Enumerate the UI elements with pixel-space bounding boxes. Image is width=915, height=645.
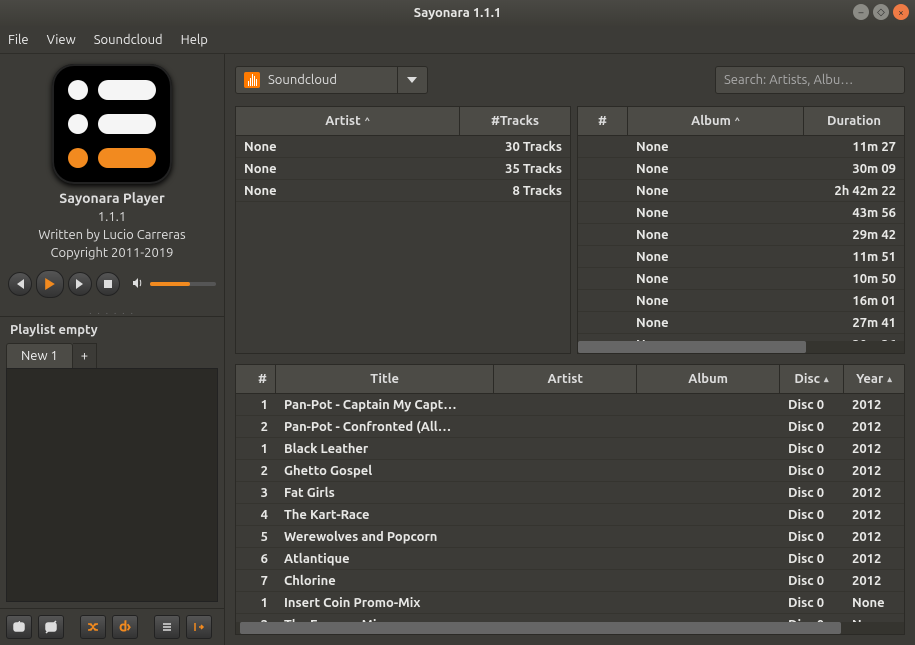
sort-asc-icon: ▴ <box>887 374 892 385</box>
table-row[interactable]: 2Pan-Pot - Confronted (All…Disc 02012 <box>236 416 904 438</box>
dynamic-button[interactable]: d› <box>112 615 138 639</box>
soundcloud-icon <box>244 72 260 88</box>
window-close-button[interactable]: × <box>893 4 909 20</box>
col-year[interactable]: Year ▴ <box>844 365 904 393</box>
splitter-handle[interactable]: · · · · · · <box>0 308 224 316</box>
col-title[interactable]: Title <box>276 365 494 393</box>
track-table: # Title Artist Album Disc ▴ Year ▴ 1Pan-… <box>235 364 905 635</box>
album-hscrollbar[interactable] <box>578 341 904 353</box>
gapless-button[interactable] <box>186 615 212 639</box>
table-row[interactable]: None11m 51 <box>578 246 904 268</box>
app-version: 1.1.1 <box>8 210 216 224</box>
window-title: Sayonara 1.1.1 <box>0 6 915 20</box>
album-table: # Album^ Duration None11m 27None30m 09No… <box>577 106 905 354</box>
menu-soundcloud[interactable]: Soundcloud <box>94 33 163 47</box>
app-logo <box>52 64 172 184</box>
transport-controls <box>0 264 224 308</box>
prev-button[interactable] <box>8 272 32 296</box>
table-row[interactable]: 6AtlantiqueDisc 02012 <box>236 548 904 570</box>
table-row[interactable]: 1Pan-Pot - Captain My Capt…Disc 02012 <box>236 394 904 416</box>
table-row[interactable]: None30m 09 <box>578 158 904 180</box>
table-row[interactable]: None43m 56 <box>578 202 904 224</box>
table-row[interactable]: 4The Kart-RaceDisc 02012 <box>236 504 904 526</box>
chevron-down-icon[interactable] <box>397 67 427 93</box>
col-track-count[interactable]: #Tracks <box>460 107 570 135</box>
svg-text:d›: d› <box>119 620 131 634</box>
playlist-tab[interactable]: New 1 <box>6 343 73 368</box>
sort-asc-icon: ▴ <box>824 374 829 385</box>
source-combo-label: Soundcloud <box>268 73 337 87</box>
svg-text:1: 1 <box>15 620 22 633</box>
col-album[interactable]: Album^ <box>628 107 804 135</box>
search-input[interactable] <box>715 66 905 94</box>
menubar: File View Soundcloud Help <box>0 26 915 54</box>
play-button[interactable] <box>36 270 64 298</box>
table-row[interactable]: None11m 27 <box>578 136 904 158</box>
col-artist[interactable]: Artist^ <box>236 107 460 135</box>
table-row[interactable]: 1Black LeatherDisc 02012 <box>236 438 904 460</box>
table-row[interactable]: 3Fat GirlsDisc 02012 <box>236 482 904 504</box>
window-maximize-button[interactable]: ◇ <box>873 4 889 20</box>
table-row[interactable]: None27m 41 <box>578 312 904 334</box>
stop-button[interactable] <box>96 272 120 296</box>
list-mode-button[interactable] <box>154 615 180 639</box>
table-row[interactable]: 2Ghetto GospelDisc 02012 <box>236 460 904 482</box>
app-name: Sayonara Player <box>8 190 216 206</box>
repeat-one-button[interactable]: 1 <box>6 615 32 639</box>
table-row[interactable]: 7ChlorineDisc 02012 <box>236 570 904 592</box>
col-track-album[interactable]: Album <box>637 365 780 393</box>
track-hscrollbar[interactable] <box>236 622 904 634</box>
about-panel: Sayonara Player 1.1.1 Written by Lucio C… <box>0 54 224 264</box>
playlist-body[interactable] <box>6 368 218 602</box>
menu-view[interactable]: View <box>47 33 76 47</box>
sort-asc-icon: ^ <box>365 116 370 126</box>
col-track-num[interactable]: # <box>236 365 276 393</box>
source-combo[interactable]: Soundcloud <box>235 66 428 94</box>
app-author: Written by Lucio Carreras <box>8 228 216 242</box>
artist-table: Artist^ #Tracks None30 TracksNone35 Trac… <box>235 106 571 354</box>
col-duration[interactable]: Duration <box>804 107 904 135</box>
col-album-hash[interactable]: # <box>578 107 628 135</box>
table-row[interactable]: None2h 42m 22 <box>578 180 904 202</box>
col-track-artist[interactable]: Artist <box>494 365 637 393</box>
table-row[interactable]: None29m 42 <box>578 224 904 246</box>
table-row[interactable]: None8 Tracks <box>236 180 570 202</box>
repeat-all-button[interactable] <box>38 615 64 639</box>
volume-icon[interactable] <box>132 277 144 292</box>
window-titlebar: Sayonara 1.1.1 – ◇ × <box>0 0 915 26</box>
playlist-label: Playlist empty <box>0 316 224 343</box>
playlist-add-tab[interactable]: + <box>73 343 97 368</box>
sort-asc-icon: ^ <box>735 116 740 126</box>
table-row[interactable]: 2The Furnace MixDisc 0None <box>236 614 904 622</box>
menu-file[interactable]: File <box>8 33 29 47</box>
window-minimize-button[interactable]: – <box>853 4 869 20</box>
next-button[interactable] <box>68 272 92 296</box>
table-row[interactable]: None16m 01 <box>578 290 904 312</box>
menu-help[interactable]: Help <box>181 33 208 47</box>
volume-slider[interactable] <box>150 282 216 286</box>
shuffle-button[interactable] <box>80 615 106 639</box>
table-row[interactable]: None35 Tracks <box>236 158 570 180</box>
col-disc[interactable]: Disc ▴ <box>780 365 844 393</box>
app-copyright: Copyright 2011-2019 <box>8 246 216 260</box>
playlist-toolbar: 1 d› <box>0 608 224 645</box>
table-row[interactable]: None30 Tracks <box>236 136 570 158</box>
table-row[interactable]: 1Insert Coin Promo-MixDisc 0None <box>236 592 904 614</box>
table-row[interactable]: 5Werewolves and PopcornDisc 02012 <box>236 526 904 548</box>
table-row[interactable]: None10m 50 <box>578 268 904 290</box>
table-row[interactable]: None30m 36 <box>578 334 904 341</box>
